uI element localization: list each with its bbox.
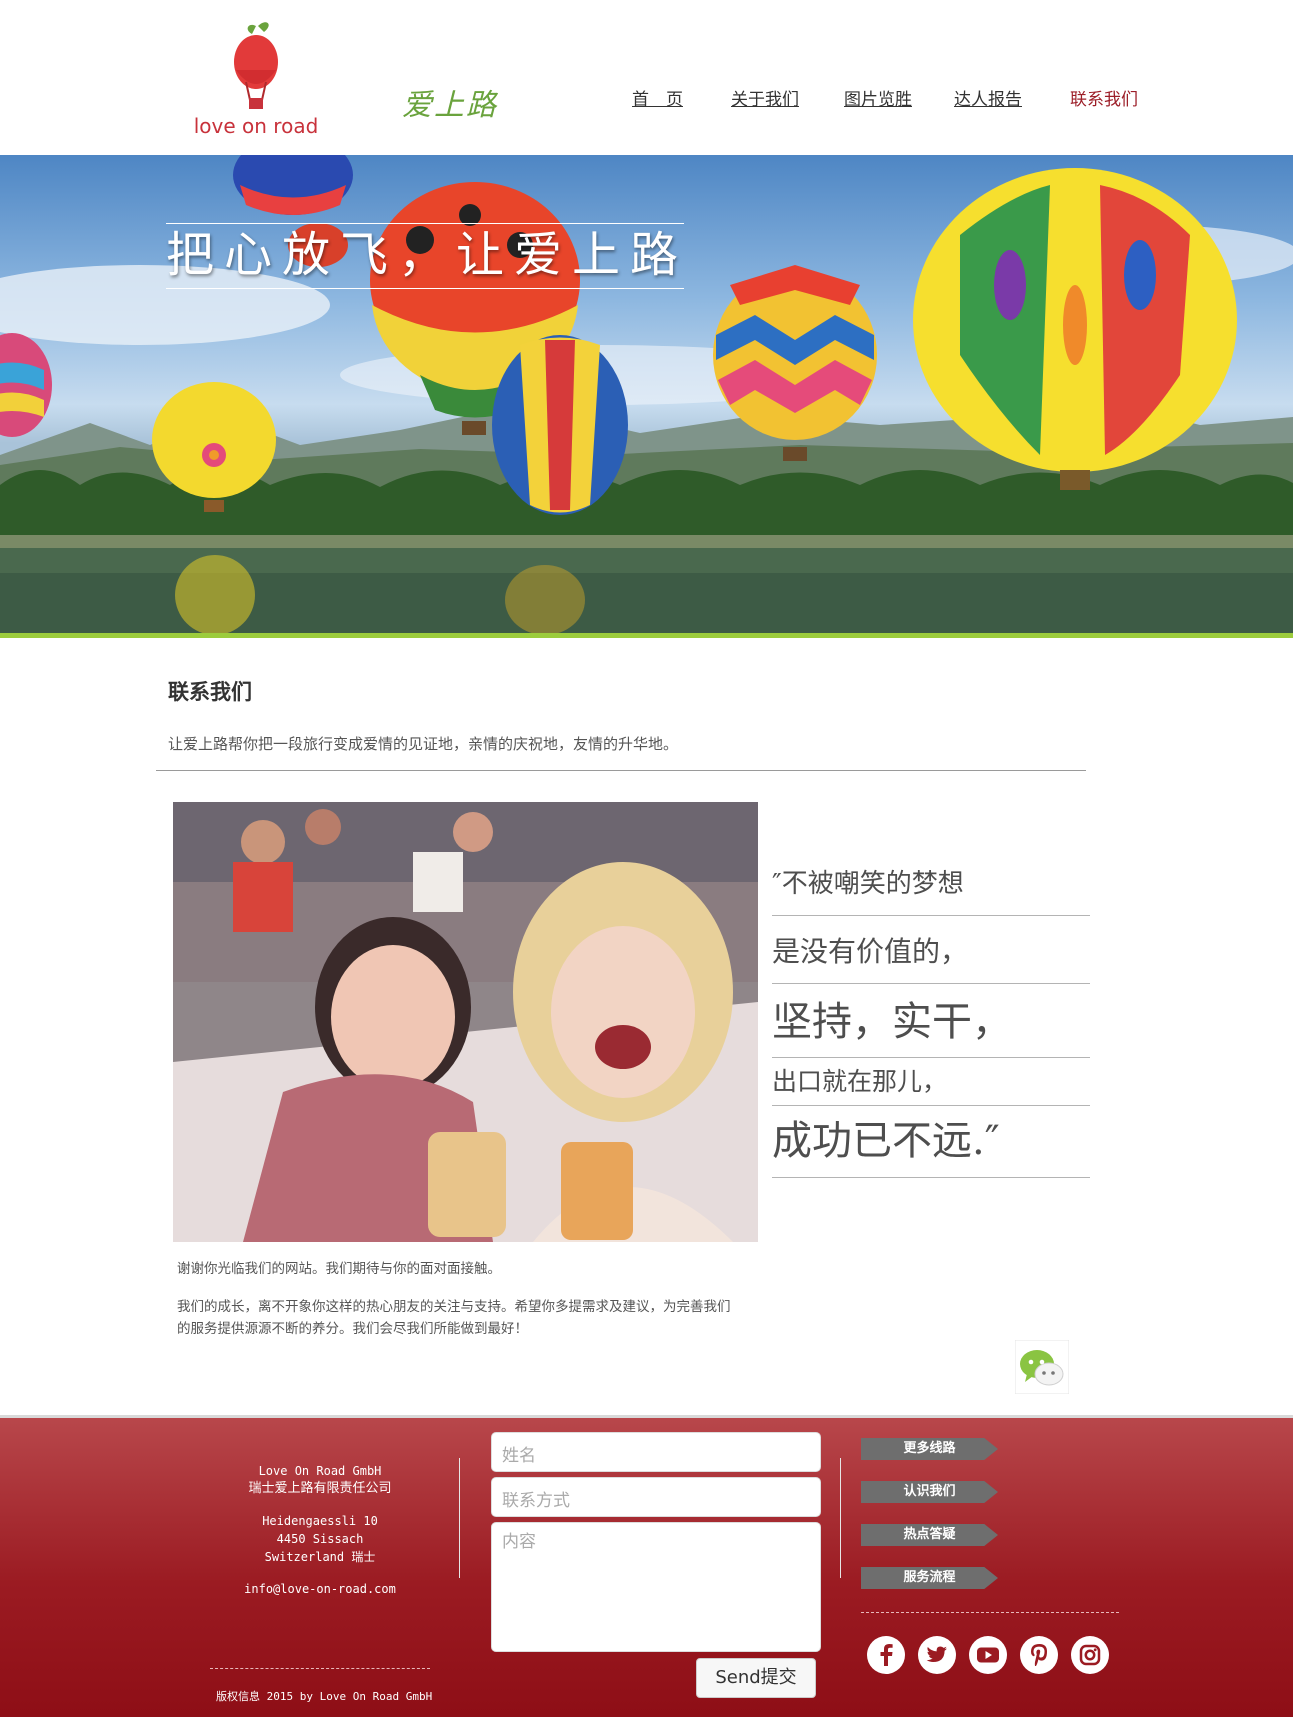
- nav-reports[interactable]: 达人报告: [954, 85, 1022, 110]
- footer-divider-right: [840, 1458, 841, 1578]
- quote-line-3: 坚持，实干，: [772, 986, 1090, 1058]
- nav-home[interactable]: 首 页: [632, 85, 683, 110]
- facebook-icon[interactable]: [867, 1636, 905, 1674]
- instagram-icon[interactable]: [1071, 1636, 1109, 1674]
- quote-line-2: 是没有价值的，: [772, 920, 1090, 984]
- footer-dashed-rule-right: [861, 1612, 1119, 1613]
- message-field[interactable]: 内容: [491, 1522, 821, 1652]
- company-address: Love On Road GmbH 瑞士爱上路有限责任公司 Heidengaes…: [210, 1462, 430, 1598]
- footer-divider-left: [459, 1458, 460, 1578]
- quote-line-5: 成功已不远.″: [772, 1108, 1090, 1178]
- intro-text: 让爱上路帮你把一段旅行变成爱情的见证地，亲情的庆祝地，友情的升华地。: [168, 735, 679, 753]
- pinterest-icon[interactable]: [1020, 1636, 1058, 1674]
- address-street: Heidengaessli 10: [262, 1514, 378, 1528]
- menu-about-us[interactable]: 认识我们: [861, 1481, 998, 1503]
- hero-accent-bar: [0, 633, 1293, 638]
- love-on-road-logo[interactable]: love on road: [186, 20, 326, 144]
- name-field[interactable]: 姓名: [491, 1432, 821, 1472]
- company-name-cn: 瑞士爱上路有限责任公司: [248, 1481, 392, 1496]
- thanks-message: 谢谢你光临我们的网站。我们期待与你的面对面接触。 我们的成长，离不开象你这样的热…: [177, 1258, 737, 1340]
- nav-gallery[interactable]: 图片览胜: [844, 85, 912, 110]
- page-title: 联系我们: [168, 679, 252, 704]
- quote-line-4: 出口就在那儿，: [772, 1060, 1090, 1106]
- address-city: 4450 Sissach: [276, 1532, 364, 1546]
- menu-service-process[interactable]: 服务流程: [861, 1567, 998, 1589]
- friends-photo: [173, 802, 758, 1242]
- main-nav: 首 页 关于我们 图片览胜 达人报告 联系我们: [0, 85, 1293, 110]
- hero-title: 把心放飞，让爱上路: [166, 223, 684, 289]
- youtube-icon[interactable]: [969, 1636, 1007, 1674]
- thanks-line-2: 我们的成长，离不开象你这样的热心朋友的关注与支持。希望你多提需求及建议，为完善我…: [177, 1299, 731, 1337]
- nav-about[interactable]: 关于我们: [731, 85, 799, 110]
- menu-faq[interactable]: 热点答疑: [861, 1524, 998, 1546]
- menu-more-routes[interactable]: 更多线路: [861, 1438, 998, 1460]
- copyright-text: 版权信息 2015 by Love On Road GmbH: [216, 1690, 433, 1703]
- nav-contact[interactable]: 联系我们: [1070, 85, 1138, 110]
- company-name-en: Love On Road GmbH: [258, 1464, 382, 1478]
- contact-field[interactable]: 联系方式: [491, 1477, 821, 1517]
- quote-line-1: ″不被嘲笑的梦想: [772, 860, 1090, 916]
- address-country: Switzerland 瑞士: [264, 1550, 376, 1564]
- twitter-icon[interactable]: [918, 1636, 956, 1674]
- divider: [156, 770, 1086, 771]
- contact-email[interactable]: info@love-on-road.com: [210, 1580, 430, 1598]
- logo-text: love on road: [193, 114, 319, 138]
- two-women-photo-image: [173, 802, 758, 1242]
- wechat-icon[interactable]: [1014, 1339, 1070, 1395]
- footer-dashed-rule-left: [210, 1668, 430, 1669]
- site-header: love on road 爱上路 首 页 关于我们 图片览胜 达人报告 联系我们: [0, 0, 1293, 155]
- send-button[interactable]: Send提交: [696, 1658, 816, 1698]
- thanks-line-1: 谢谢你光临我们的网站。我们期待与你的面对面接触。: [177, 1261, 501, 1277]
